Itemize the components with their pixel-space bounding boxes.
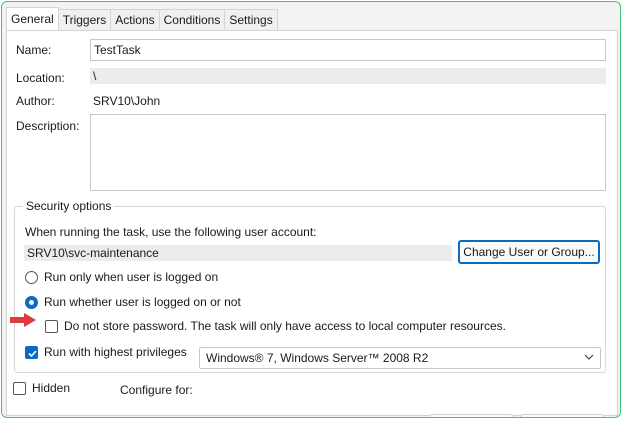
checkmark-icon bbox=[28, 350, 37, 358]
hidden-checkbox[interactable] bbox=[13, 382, 26, 395]
location-value: \ bbox=[90, 68, 606, 84]
run-whether-logged-on-radio[interactable] bbox=[25, 296, 38, 309]
chevron-down-icon bbox=[584, 354, 594, 360]
location-label: Location: bbox=[16, 71, 65, 85]
account-prompt: When running the task, use the following… bbox=[25, 225, 317, 239]
description-label: Description: bbox=[16, 119, 80, 133]
tab-settings[interactable]: Settings bbox=[224, 9, 278, 30]
configure-for-value: Windows® 7, Windows Server™ 2008 R2 bbox=[206, 351, 429, 365]
configure-for-dropdown[interactable]: Windows® 7, Windows Server™ 2008 R2 bbox=[199, 347, 601, 369]
author-label: Author: bbox=[16, 94, 55, 108]
highest-privileges-label: Run with highest privileges bbox=[44, 345, 187, 359]
highest-privileges-checkbox[interactable] bbox=[25, 346, 38, 359]
tab-conditions[interactable]: Conditions bbox=[158, 9, 226, 30]
run-whether-logged-on-label: Run whether user is logged on or not bbox=[44, 295, 241, 309]
run-only-logged-on-radio[interactable] bbox=[25, 271, 38, 284]
name-input[interactable]: TestTask bbox=[90, 39, 606, 61]
tab-bar: General Triggers Actions Conditions Sett… bbox=[6, 7, 278, 31]
author-value: SRV10\John bbox=[93, 94, 161, 108]
name-label: Name: bbox=[16, 43, 52, 57]
hidden-label: Hidden bbox=[32, 381, 71, 395]
tab-triggers[interactable]: Triggers bbox=[57, 9, 112, 30]
run-only-logged-on-label: Run only when user is logged on bbox=[44, 270, 219, 284]
description-input[interactable] bbox=[90, 114, 606, 191]
do-not-store-password-checkbox[interactable] bbox=[45, 320, 58, 333]
configure-for-label: Configure for: bbox=[120, 383, 193, 397]
ok-button-partial[interactable] bbox=[429, 414, 513, 417]
tab-general[interactable]: General bbox=[6, 7, 59, 30]
red-arrow-icon bbox=[10, 313, 36, 327]
security-options-title: Security options bbox=[23, 199, 115, 213]
cancel-button-partial[interactable] bbox=[520, 414, 604, 417]
task-properties-window: General Triggers Actions Conditions Sett… bbox=[1, 1, 621, 418]
user-account-value: SRV10\svc-maintenance bbox=[24, 245, 452, 261]
tab-actions[interactable]: Actions bbox=[110, 9, 160, 30]
change-user-button[interactable]: Change User or Group... bbox=[458, 240, 600, 264]
do-not-store-password-label: Do not store password. The task will onl… bbox=[64, 319, 506, 333]
